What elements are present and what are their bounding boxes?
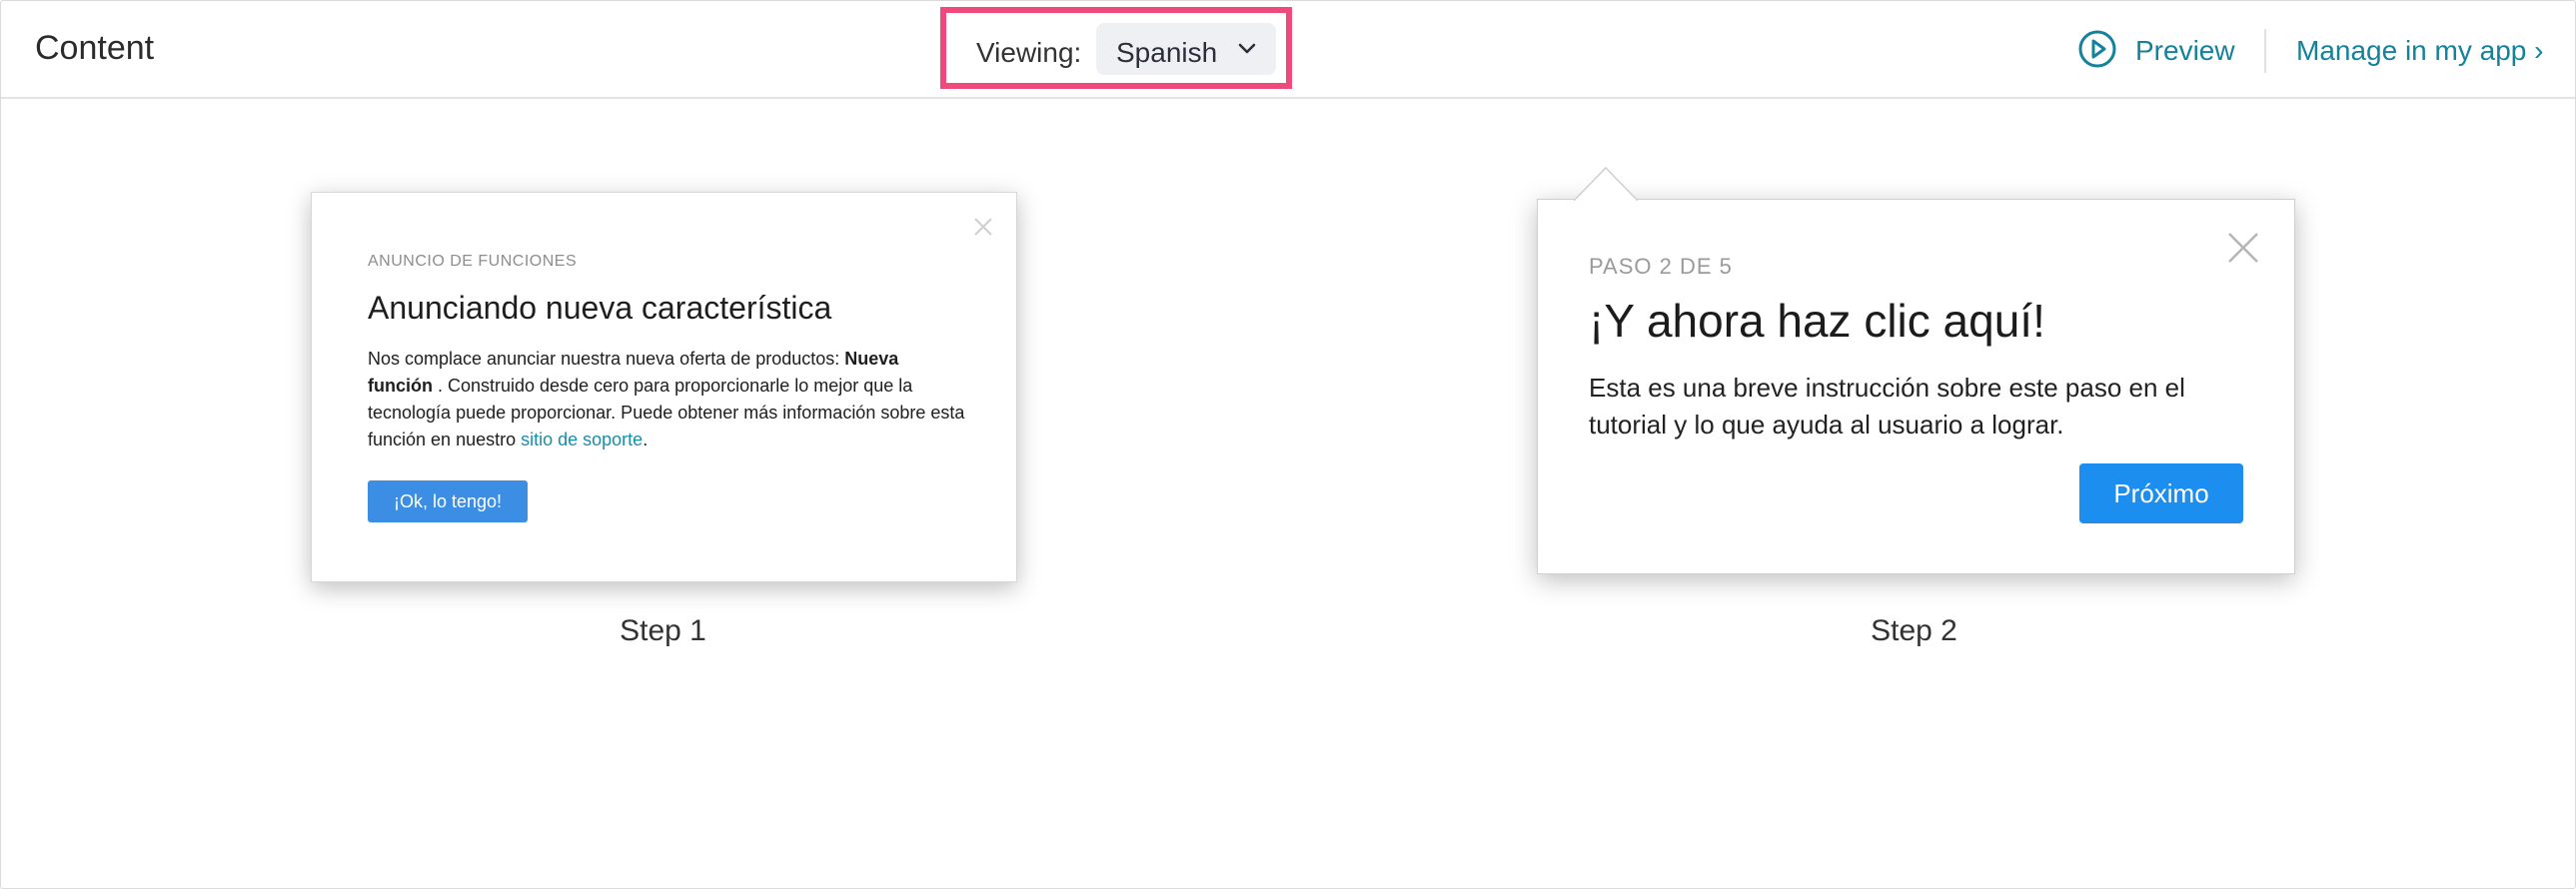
step1-eyebrow: ANUNCIO DE FUNCIONES [368, 253, 578, 270]
step1-heading: Anunciando nueva característica [368, 290, 832, 326]
language-selected-value: Spanish [1116, 37, 1218, 68]
step1-body-mid: . Construido desde cero para proporciona… [368, 376, 965, 449]
ok-got-it-button[interactable]: ¡Ok, lo tengo! [368, 480, 528, 522]
step1-announcement-card: ANUNCIO DE FUNCIONES Anunciando nueva ca… [311, 192, 1017, 582]
manage-in-app-link[interactable]: Manage in my app › [2296, 35, 2543, 67]
next-button[interactable]: Próximo [2079, 463, 2243, 523]
language-dropdown[interactable]: Spanish [1096, 23, 1276, 75]
language-viewing-control: Viewing: Spanish [940, 7, 1292, 89]
close-icon[interactable] [973, 217, 993, 237]
viewing-label: Viewing: [976, 37, 1082, 68]
step1-label: Step 1 [620, 614, 706, 647]
tooltip-pointer [1574, 167, 1638, 201]
step2-heading: ¡Y ahora haz clic aquí! [1589, 295, 2045, 347]
close-icon[interactable] [2227, 232, 2259, 264]
step2-label: Step 2 [1871, 614, 1957, 647]
step2-tooltip-card: PASO 2 DE 5 ¡Y ahora haz clic aquí! Esta… [1537, 167, 2295, 574]
chevron-down-icon [1238, 43, 1256, 54]
content-panel: Content Viewing: Spanish Preview Manage … [0, 0, 2576, 889]
step1-body-intro: Nos complace anunciar nuestra nueva ofer… [368, 349, 845, 369]
content-header: Content Viewing: Spanish Preview Manage … [1, 1, 2575, 99]
step2-eyebrow: PASO 2 DE 5 [1589, 254, 1733, 279]
step2-body: Esta es una breve instrucción sobre este… [1589, 373, 2185, 440]
preview-label: Preview [2135, 35, 2235, 66]
step1-body-end: . [643, 430, 648, 449]
page-title: Content [35, 29, 155, 67]
header-divider [2264, 29, 2266, 73]
support-site-link[interactable]: sitio de soporte [521, 430, 643, 449]
step1-body: Nos complace anunciar nuestra nueva ofer… [368, 346, 967, 453]
play-circle-icon [2078, 30, 2116, 68]
